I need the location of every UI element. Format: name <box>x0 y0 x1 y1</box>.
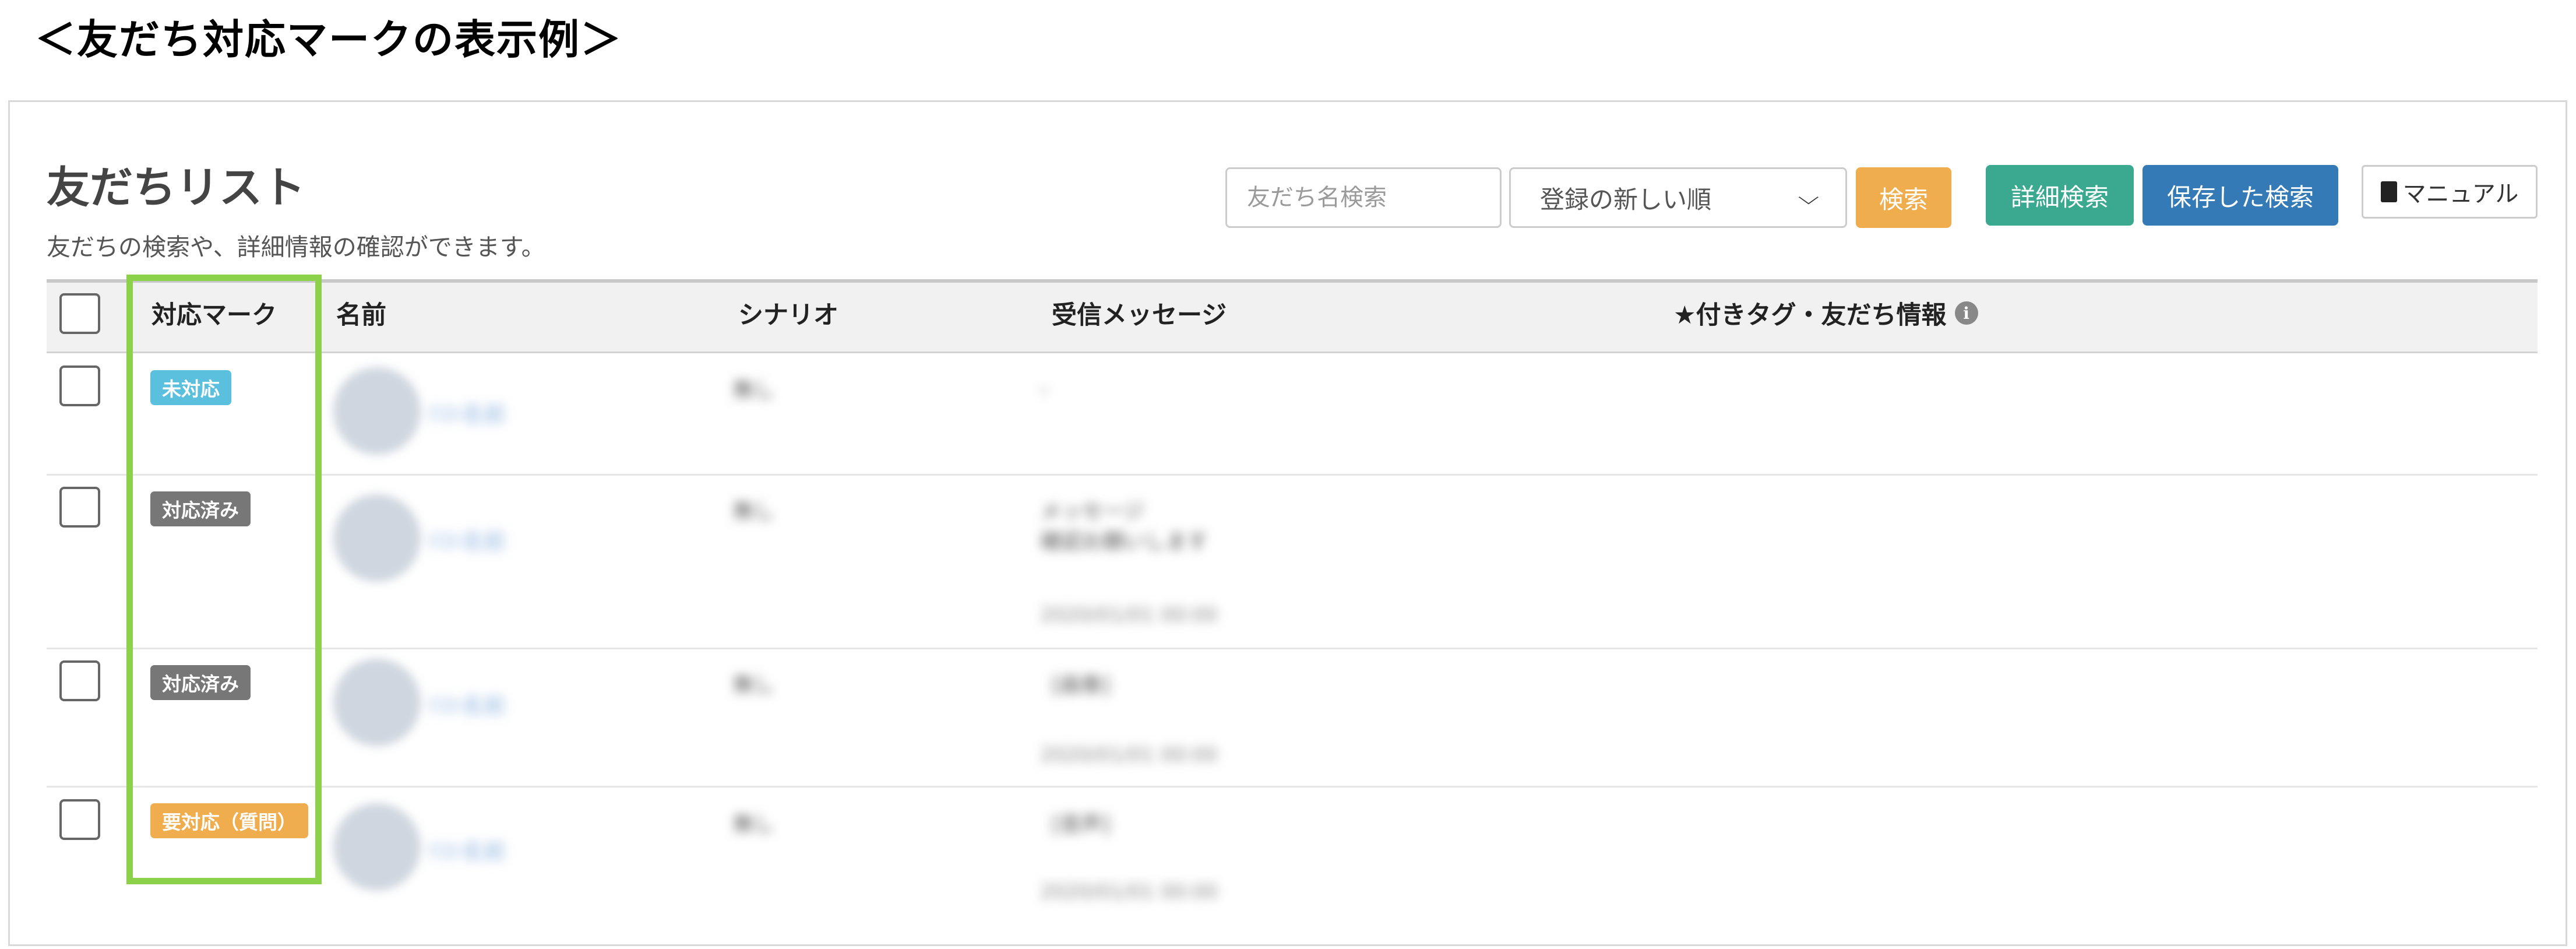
scenario-value: 無し <box>733 673 776 697</box>
page-title: 友だちリスト <box>47 163 305 213</box>
status-badge[interactable]: 要対応（質問） <box>150 803 308 838</box>
column-header-received-message[interactable]: 受信メッセージ <box>1052 295 1227 331</box>
status-badge[interactable]: 対応済み <box>150 491 251 526</box>
detail-search-button[interactable]: 詳細検索 <box>1986 165 2134 226</box>
scenario-value: 無し <box>733 500 776 523</box>
scenario-value: 無し <box>733 378 776 402</box>
sort-order-select[interactable]: 登録の新しい順 ⌵ <box>1509 167 1847 228</box>
friend-name-link[interactable]: ﾃｽﾄ名前 <box>428 834 506 866</box>
avatar <box>333 803 421 891</box>
column-header-tags-info-label: ★付きタグ・友だち情報 <box>1673 301 1947 330</box>
status-badge[interactable]: 未対応 <box>150 370 231 405</box>
friend-name-link[interactable]: ﾃｽﾄ名前 <box>428 688 506 720</box>
select-all-checkbox[interactable] <box>59 293 100 334</box>
column-header-tags-info[interactable]: ★付きタグ・友だち情報 i <box>1673 295 1978 331</box>
manual-button[interactable]: マニュアル <box>2362 165 2538 219</box>
received-message: - <box>1040 378 1048 402</box>
chevron-down-icon: ⌵ <box>1798 186 1820 209</box>
row-checkbox[interactable] <box>59 799 100 840</box>
info-icon[interactable]: i <box>1954 301 1978 325</box>
column-header-scenario[interactable]: シナリオ <box>738 295 838 331</box>
page-description: 友だちの検索や、詳細情報の確認ができます。 <box>47 233 545 261</box>
avatar <box>333 494 421 582</box>
column-header-mark[interactable]: 対応マーク <box>151 295 277 331</box>
row-divider <box>47 786 2538 788</box>
received-timestamp: 2020/01/01 00:00 <box>1040 743 1218 767</box>
saved-search-button[interactable]: 保存した検索 <box>2142 165 2338 226</box>
avatar <box>333 367 421 455</box>
row-checkbox[interactable] <box>59 660 100 701</box>
avatar <box>333 659 421 746</box>
friend-name-search-input[interactable] <box>1225 167 1502 228</box>
search-button[interactable]: 検索 <box>1856 167 1951 228</box>
received-timestamp: 2020/01/01 00:00 <box>1040 880 1218 904</box>
row-checkbox[interactable] <box>59 487 100 528</box>
received-message: [音声] <box>1052 813 1111 836</box>
table-header <box>47 279 2538 353</box>
column-header-name[interactable]: 名前 <box>336 295 386 331</box>
row-divider <box>47 474 2538 476</box>
friend-name-link[interactable]: ﾃｽﾄ名前 <box>428 396 506 428</box>
status-badge[interactable]: 対応済み <box>150 665 251 700</box>
friend-name-link[interactable]: ﾃｽﾄ名前 <box>428 523 506 556</box>
received-message: メッセージ 確認お願いします <box>1040 500 1208 554</box>
example-caption: ＜友だち対応マークの表示例＞ <box>35 16 622 64</box>
received-timestamp: 2020/01/01 00:00 <box>1040 603 1218 627</box>
row-checkbox[interactable] <box>59 365 100 406</box>
manual-button-label: マニュアル <box>2402 181 2519 208</box>
row-divider <box>47 648 2538 649</box>
received-message: [画像] <box>1052 673 1111 697</box>
book-icon <box>2380 181 2397 202</box>
scenario-value: 無し <box>733 813 776 836</box>
sort-order-value: 登録の新しい順 <box>1540 185 1712 214</box>
